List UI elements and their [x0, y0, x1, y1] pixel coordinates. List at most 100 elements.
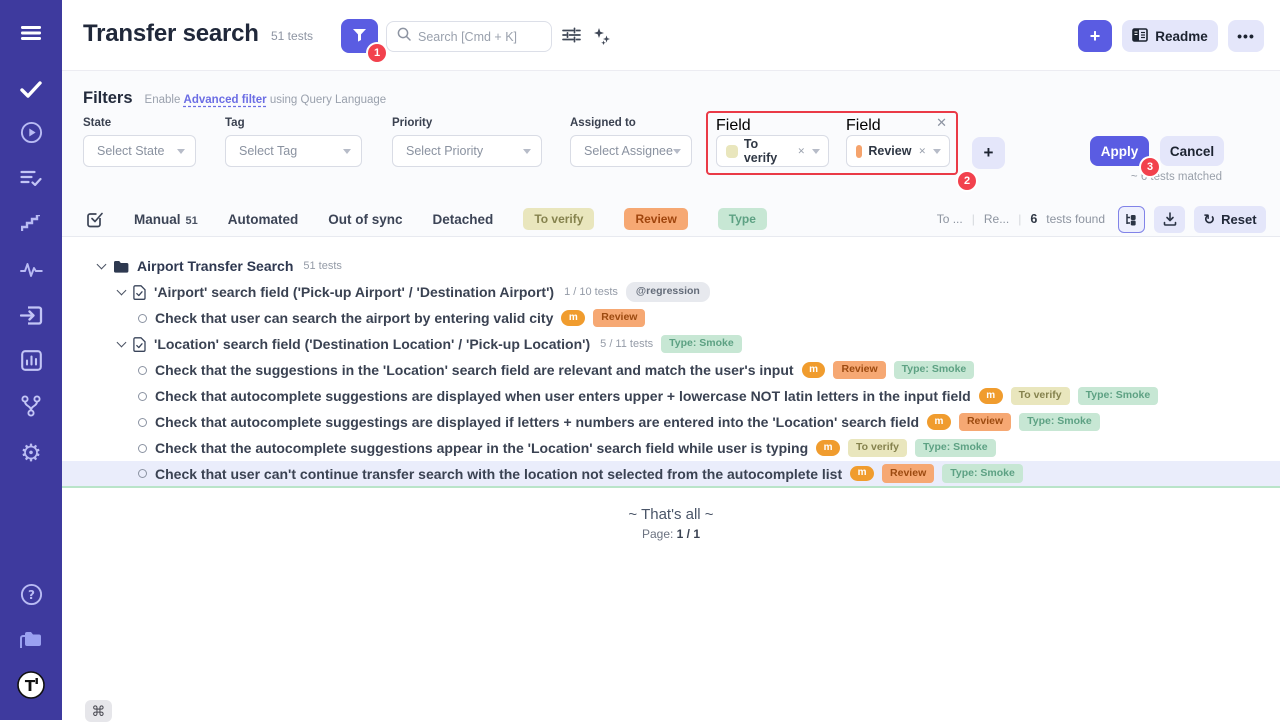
tests-found-count: 6 [1030, 212, 1037, 226]
import-icon[interactable] [0, 302, 62, 328]
keyboard-shortcut-button[interactable]: ⌘ [85, 700, 112, 722]
assignee-select[interactable]: Select Assignee [570, 135, 692, 167]
tree-folder-row[interactable]: Airport Transfer Search51 tests [62, 253, 1280, 279]
m-badge: m [927, 414, 951, 430]
chip-review[interactable]: Review [624, 208, 687, 230]
test-status-circle-icon [138, 469, 147, 478]
readme-label: Readme [1155, 29, 1208, 44]
file-check-icon [133, 337, 146, 352]
tests-check-icon[interactable] [0, 76, 62, 102]
truncated-filter-b[interactable]: Re... [984, 212, 1009, 226]
apply-button[interactable]: Apply [1090, 136, 1149, 166]
chevron-down-icon[interactable] [97, 259, 107, 269]
field-label: Field [846, 117, 950, 135]
sliders-icon[interactable] [562, 27, 581, 48]
chevron-down-icon [177, 149, 185, 154]
analytics-icon[interactable] [0, 347, 62, 373]
tag-select[interactable]: Select Tag [225, 135, 362, 167]
filter-group-tag: Tag Select Tag [225, 117, 362, 167]
readme-button[interactable]: Readme [1122, 20, 1218, 52]
smoke-badge: Type: Smoke [942, 464, 1023, 482]
chevron-down-icon [673, 149, 681, 154]
test-title: Check that user can search the airport b… [155, 310, 553, 326]
suite-title: 'Location' search field ('Destination Lo… [154, 336, 590, 352]
tree-test-row[interactable]: Check that autocomplete suggestings are … [62, 409, 1280, 435]
tree-suite-row[interactable]: 'Airport' search field ('Pick-up Airport… [62, 279, 1280, 305]
menu-icon[interactable] [0, 20, 62, 46]
field-select-toverify[interactable]: To verify ✕ [716, 135, 829, 167]
svg-text:T: T [25, 677, 36, 695]
pulse-icon[interactable] [0, 256, 62, 282]
filters-hint: Enable Advanced filter using Query Langu… [145, 94, 387, 106]
cancel-button[interactable]: Cancel [1160, 136, 1224, 166]
filters-panel: Filters Enable Advanced filter using Que… [62, 71, 1280, 202]
chevron-down-icon[interactable] [117, 337, 127, 347]
more-button[interactable]: ••• [1228, 20, 1264, 52]
suite-title: 'Airport' search field ('Pick-up Airport… [154, 284, 554, 300]
tab-detached[interactable]: Detached [433, 212, 494, 227]
remove-value-icon[interactable]: ✕ [918, 146, 926, 157]
priority-label: Priority [392, 117, 542, 129]
tab-automated[interactable]: Automated [228, 212, 299, 227]
remove-value-icon[interactable]: ✕ [797, 146, 805, 157]
tab-out-of-sync[interactable]: Out of sync [328, 212, 402, 227]
review-badge: Review [593, 309, 645, 327]
smoke-badge: Type: Smoke [1019, 413, 1100, 431]
download-icon[interactable] [1154, 206, 1185, 233]
folder-title: Airport Transfer Search [137, 258, 293, 274]
test-status-circle-icon [138, 392, 147, 401]
search-icon [397, 27, 411, 46]
m-badge: m [850, 466, 874, 482]
chip-type[interactable]: Type [718, 208, 767, 230]
tree-test-row[interactable]: Check that the suggestions in the 'Locat… [62, 357, 1280, 383]
suite-meta: 1 / 10 tests [564, 286, 618, 298]
reset-icon: ↻ [1203, 211, 1215, 228]
tab-manual[interactable]: Manual51 [134, 212, 198, 227]
state-select[interactable]: Select State [83, 135, 196, 167]
smoke-badge: Type: Smoke [1078, 387, 1159, 405]
advanced-filter-link[interactable]: Advanced filter [184, 94, 267, 106]
reset-button[interactable]: ↻ Reset [1194, 206, 1266, 233]
chevron-down-icon [343, 149, 351, 154]
tab-bar: Manual51 Automated Out of sync Detached … [62, 202, 1280, 237]
settings-gear-icon[interactable]: ⚙ [0, 440, 62, 466]
app-logo[interactable]: T [0, 672, 62, 698]
smoke-badge: Type: Smoke [661, 335, 742, 353]
end-of-list-text: ~ That's all ~ [62, 506, 1280, 523]
tree-test-row[interactable]: Check that autocomplete suggestions are … [62, 383, 1280, 409]
chip-to-verify[interactable]: To verify [523, 208, 594, 230]
search-input[interactable] [418, 30, 538, 44]
sparkles-icon[interactable] [593, 27, 611, 50]
steps-icon[interactable] [0, 210, 62, 236]
tree-test-row[interactable]: Check that user can't continue transfer … [62, 461, 1280, 488]
help-icon[interactable]: ? [0, 581, 62, 607]
field-select-review[interactable]: Review ✕ [846, 135, 950, 167]
priority-select[interactable]: Select Priority [392, 135, 542, 167]
book-icon [1132, 28, 1148, 45]
review-color-chip [856, 145, 862, 158]
projects-folder-icon[interactable] [0, 627, 62, 653]
branch-icon[interactable] [0, 393, 62, 419]
state-label: State [83, 117, 196, 129]
review-badge: Review [959, 413, 1011, 431]
m-badge: m [816, 440, 840, 456]
test-plans-icon[interactable] [0, 165, 62, 191]
filter-group-priority: Priority Select Priority [392, 117, 542, 167]
add-filter-button[interactable]: + [972, 137, 1005, 169]
smoke-badge: Type: Smoke [915, 439, 996, 457]
annotation-badge-1: 1 [368, 44, 386, 62]
tree-view-button[interactable] [1118, 206, 1145, 233]
truncated-filter-a[interactable]: To ... [937, 212, 963, 226]
test-title: Check that autocomplete suggestions are … [155, 388, 971, 404]
tree-test-row[interactable]: Check that user can search the airport b… [62, 305, 1280, 331]
filter-group-field-2: Field Review ✕ [846, 117, 950, 167]
chevron-down-icon[interactable] [117, 285, 127, 295]
runs-play-icon[interactable] [0, 119, 62, 145]
search-box[interactable] [386, 21, 552, 52]
toverify-color-chip [726, 145, 738, 158]
test-status-circle-icon [138, 314, 147, 323]
add-button[interactable]: + [1078, 20, 1112, 52]
tree-test-row[interactable]: Check that the autocomplete suggestions … [62, 435, 1280, 461]
select-all-icon[interactable] [86, 210, 104, 228]
tree-suite-row[interactable]: 'Location' search field ('Destination Lo… [62, 331, 1280, 357]
